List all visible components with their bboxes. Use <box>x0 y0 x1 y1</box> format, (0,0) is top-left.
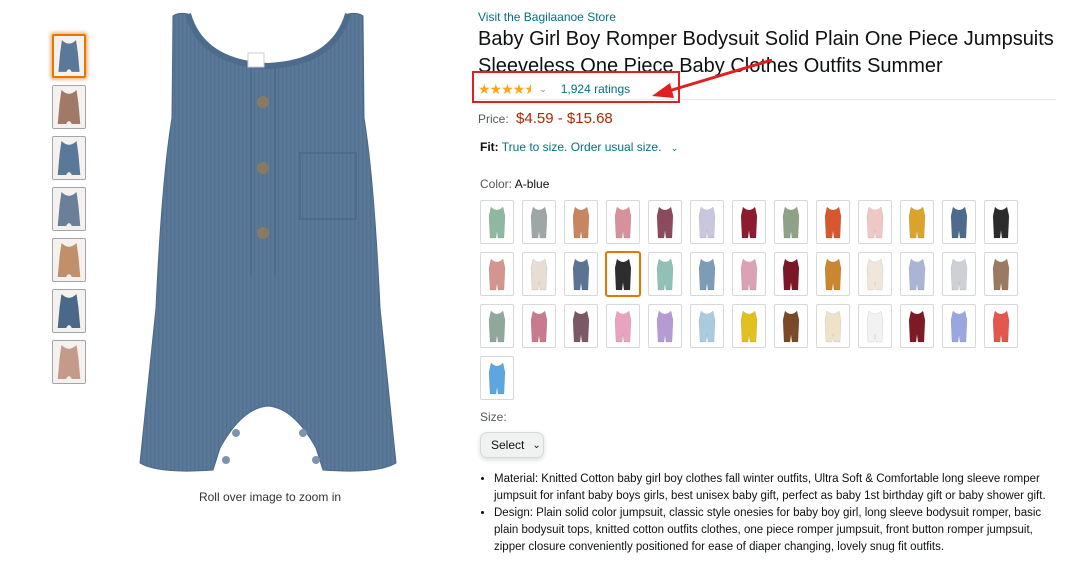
color-swatch[interactable] <box>564 200 598 244</box>
color-swatch[interactable] <box>480 252 514 296</box>
color-swatch[interactable] <box>564 304 598 348</box>
color-swatch[interactable] <box>480 200 514 244</box>
color-swatch[interactable] <box>816 200 850 244</box>
color-swatch[interactable] <box>984 200 1018 244</box>
annotation-arrow-icon <box>652 58 773 98</box>
color-swatch[interactable] <box>774 252 808 296</box>
color-swatches <box>480 200 1030 408</box>
size-dropdown[interactable]: Select ⌄ <box>480 432 544 458</box>
color-swatch[interactable] <box>690 252 724 296</box>
color-swatch[interactable] <box>564 252 598 296</box>
color-swatch[interactable] <box>732 252 766 296</box>
price-label: Price: <box>478 112 509 126</box>
thumbnail[interactable] <box>52 34 86 78</box>
color-swatch[interactable] <box>858 200 892 244</box>
color-value: A-blue <box>514 177 550 191</box>
color-swatch[interactable] <box>900 200 934 244</box>
chevron-down-icon: ⌄ <box>532 439 541 451</box>
color-swatch[interactable] <box>690 304 724 348</box>
color-swatch[interactable] <box>774 200 808 244</box>
color-swatch[interactable] <box>522 252 556 296</box>
feature-bullet: Design: Plain solid color jumpsuit, clas… <box>494 505 1050 556</box>
color-swatch[interactable] <box>648 252 682 296</box>
fit-row[interactable]: Fit: True to size. Order usual size. ⌄ <box>480 140 692 154</box>
color-row: Color: A-blue <box>480 177 549 191</box>
color-swatch[interactable] <box>984 252 1018 296</box>
price-row: Price: $4.59 - $15.68 <box>478 110 613 127</box>
thumbnail[interactable] <box>52 85 86 129</box>
feature-bullet: Material: Knitted Cotton baby girl boy c… <box>494 471 1050 505</box>
color-swatch[interactable] <box>732 200 766 244</box>
romper-image <box>139 12 397 472</box>
feature-bullets: Material: Knitted Cotton baby girl boy c… <box>480 471 1050 556</box>
size-label: Size: <box>480 410 507 424</box>
color-swatch[interactable] <box>858 304 892 348</box>
color-swatch[interactable] <box>816 304 850 348</box>
color-swatch[interactable] <box>480 304 514 348</box>
color-swatch[interactable] <box>900 252 934 296</box>
price-value: $4.59 - $15.68 <box>516 110 613 127</box>
color-swatch[interactable] <box>858 252 892 296</box>
thumbnail[interactable] <box>52 136 86 180</box>
color-swatch[interactable] <box>522 304 556 348</box>
color-swatch[interactable] <box>942 252 976 296</box>
fit-label: Fit: <box>480 140 499 154</box>
color-swatch[interactable] <box>816 252 850 296</box>
main-product-image[interactable] <box>118 8 418 478</box>
size-select-value: Select <box>491 438 525 452</box>
color-swatch[interactable] <box>942 200 976 244</box>
zoom-hint: Roll over image to zoom in <box>198 490 342 504</box>
color-swatch[interactable] <box>648 304 682 348</box>
color-swatch[interactable] <box>732 304 766 348</box>
thumbnail[interactable] <box>52 238 86 282</box>
thumbnail-strip <box>52 34 88 391</box>
color-swatch[interactable] <box>480 356 514 400</box>
chevron-down-icon[interactable]: ⌄ <box>671 143 679 153</box>
color-swatch[interactable] <box>942 304 976 348</box>
color-label: Color: <box>480 177 513 191</box>
color-swatch[interactable] <box>522 200 556 244</box>
color-swatch[interactable] <box>606 304 640 348</box>
fit-text[interactable]: True to size. Order usual size. <box>502 140 662 154</box>
color-swatch[interactable] <box>900 304 934 348</box>
color-swatch[interactable] <box>648 200 682 244</box>
color-swatch[interactable] <box>606 200 640 244</box>
thumbnail[interactable] <box>52 340 86 384</box>
color-swatch[interactable] <box>774 304 808 348</box>
thumbnail[interactable] <box>52 187 86 231</box>
store-link[interactable]: Visit the Bagilaanoe Store <box>478 10 616 24</box>
color-swatch[interactable] <box>984 304 1018 348</box>
color-swatch[interactable] <box>606 252 640 296</box>
thumbnail[interactable] <box>52 289 86 333</box>
color-swatch[interactable] <box>690 200 724 244</box>
